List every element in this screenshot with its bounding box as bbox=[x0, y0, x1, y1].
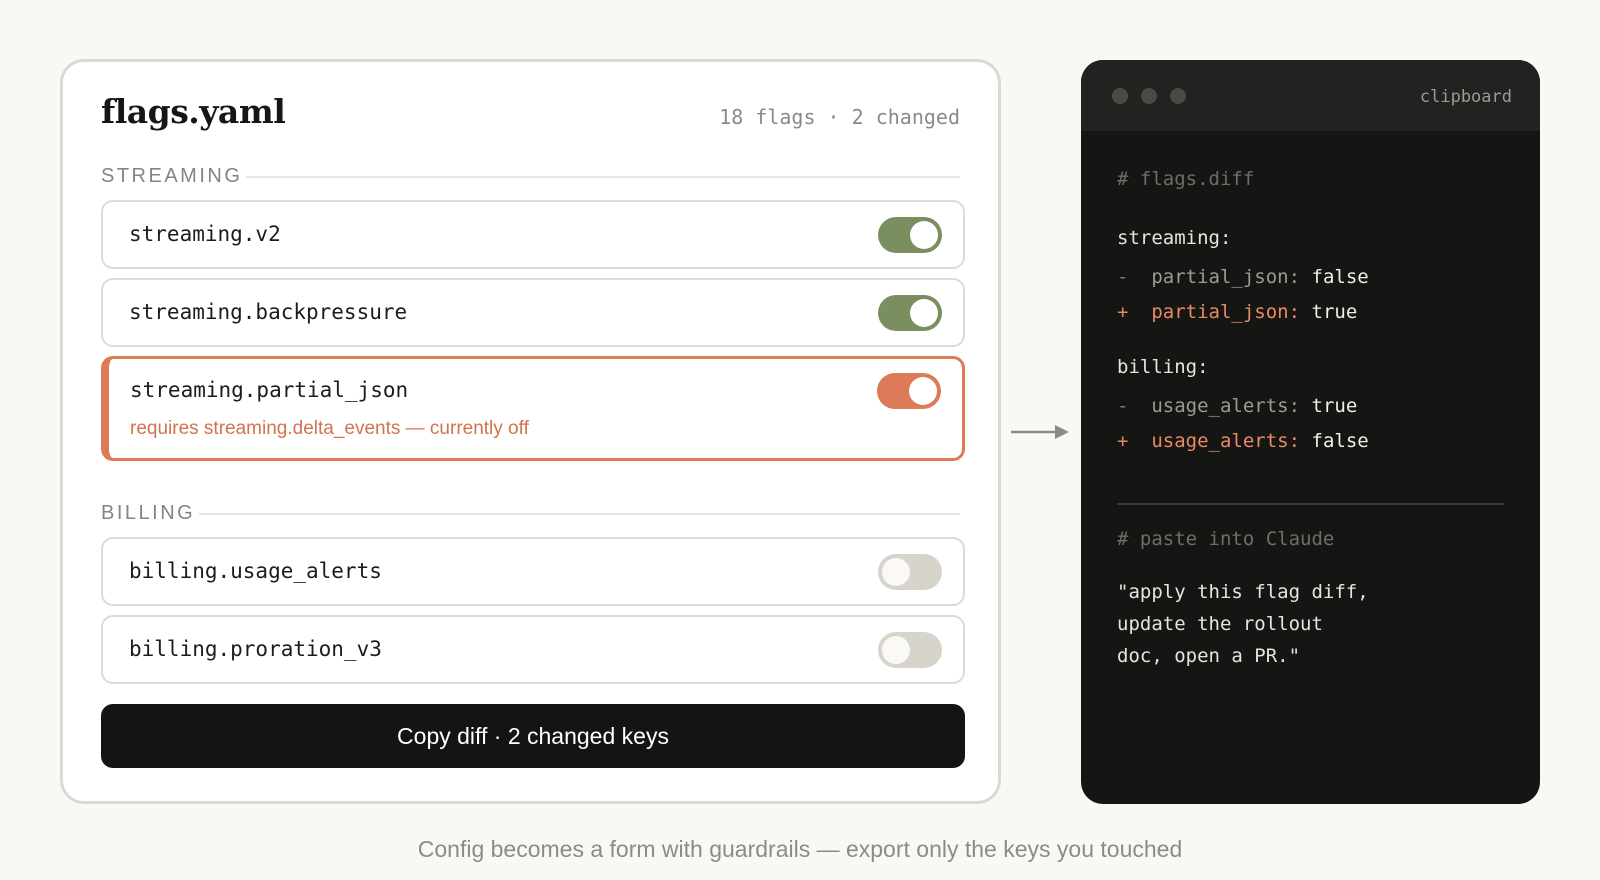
diff-line-added: + partial_json: true bbox=[1117, 300, 1357, 324]
flag-name: billing.proration_v3 bbox=[129, 637, 382, 661]
window-dot-icon bbox=[1170, 88, 1186, 104]
diff-sign: + bbox=[1117, 301, 1129, 323]
diff-key: usage_alerts: bbox=[1151, 395, 1301, 417]
diff-key: partial_json: bbox=[1151, 301, 1301, 323]
prompt-line: "apply this flag diff, bbox=[1117, 581, 1369, 603]
section-streaming: STREAMING bbox=[101, 164, 960, 188]
section-divider bbox=[246, 176, 960, 178]
diff-line-removed: - partial_json: false bbox=[1117, 265, 1369, 289]
prompt-line: update the rollout bbox=[1117, 613, 1323, 635]
toggle-switch[interactable] bbox=[878, 217, 942, 253]
diff-section-header: streaming: bbox=[1117, 227, 1232, 249]
diff-key: partial_json: bbox=[1151, 266, 1301, 288]
toggle-knob bbox=[910, 221, 938, 249]
toggle-knob bbox=[882, 558, 910, 586]
diff-sign: - bbox=[1117, 266, 1129, 288]
diff-value: true bbox=[1311, 395, 1358, 417]
copy-diff-button[interactable]: Copy diff · 2 changed keys bbox=[101, 704, 965, 768]
clipboard-panel: clipboard # flags.diff streaming: - part… bbox=[1081, 60, 1540, 804]
section-label: STREAMING bbox=[101, 164, 243, 187]
caption: Config becomes a form with guardrails — … bbox=[417, 836, 1183, 862]
toggle-switch[interactable] bbox=[877, 373, 941, 409]
toggle-knob bbox=[909, 377, 937, 405]
diff-comment: # flags.diff bbox=[1117, 168, 1255, 190]
window-dot-icon bbox=[1112, 88, 1128, 104]
arrow-right-icon bbox=[1011, 425, 1069, 439]
prompt-text: "apply this flag diff, update the rollout… bbox=[1117, 576, 1369, 672]
toggle-knob bbox=[910, 299, 938, 327]
flag-name: streaming.backpressure bbox=[129, 300, 408, 324]
window-titlebar: clipboard bbox=[1081, 60, 1540, 131]
diff-key: usage_alerts: bbox=[1151, 430, 1301, 452]
diff-line-added: + usage_alerts: false bbox=[1117, 429, 1369, 453]
diff-value: false bbox=[1311, 266, 1369, 288]
flag-name: streaming.partial_json bbox=[130, 378, 409, 402]
card-title: flags.yaml bbox=[101, 92, 286, 131]
diff-sign: + bbox=[1117, 430, 1129, 452]
section-divider bbox=[199, 513, 960, 515]
section-billing: BILLING bbox=[101, 501, 960, 525]
clipboard-divider bbox=[1117, 503, 1504, 505]
flag-row-billing-proration-v3: billing.proration_v3 bbox=[101, 615, 965, 684]
flag-row-streaming-v2: streaming.v2 bbox=[101, 200, 965, 269]
diff-line-removed: - usage_alerts: true bbox=[1117, 394, 1357, 418]
flag-row-streaming-backpressure: streaming.backpressure bbox=[101, 278, 965, 347]
paste-comment: # paste into Claude bbox=[1117, 528, 1335, 550]
flag-name: billing.usage_alerts bbox=[129, 559, 382, 583]
flag-row-streaming-partial-json: streaming.partial_json requires streamin… bbox=[101, 356, 965, 461]
prompt-line: doc, open a PR." bbox=[1117, 645, 1301, 667]
window-dot-icon bbox=[1141, 88, 1157, 104]
diff-sign: - bbox=[1117, 395, 1129, 417]
stage: flags.yaml 18 flags · 2 changed STREAMIN… bbox=[0, 0, 1600, 880]
toggle-switch[interactable] bbox=[878, 632, 942, 668]
diff-value: true bbox=[1311, 301, 1358, 323]
section-label: BILLING bbox=[101, 501, 196, 524]
diff-section-header: billing: bbox=[1117, 356, 1209, 378]
diff-value: false bbox=[1311, 430, 1369, 452]
toggle-switch[interactable] bbox=[878, 295, 942, 331]
flag-name: streaming.v2 bbox=[129, 222, 281, 246]
toggle-knob bbox=[882, 636, 910, 664]
clipboard-title: clipboard bbox=[1419, 87, 1512, 107]
flag-count-summary: 18 flags · 2 changed bbox=[719, 105, 960, 129]
flags-card: flags.yaml 18 flags · 2 changed STREAMIN… bbox=[60, 59, 1001, 804]
toggle-switch[interactable] bbox=[878, 554, 942, 590]
flag-row-billing-usage-alerts: billing.usage_alerts bbox=[101, 537, 965, 606]
dependency-warning: requires streaming.delta_events — curren… bbox=[130, 418, 529, 439]
